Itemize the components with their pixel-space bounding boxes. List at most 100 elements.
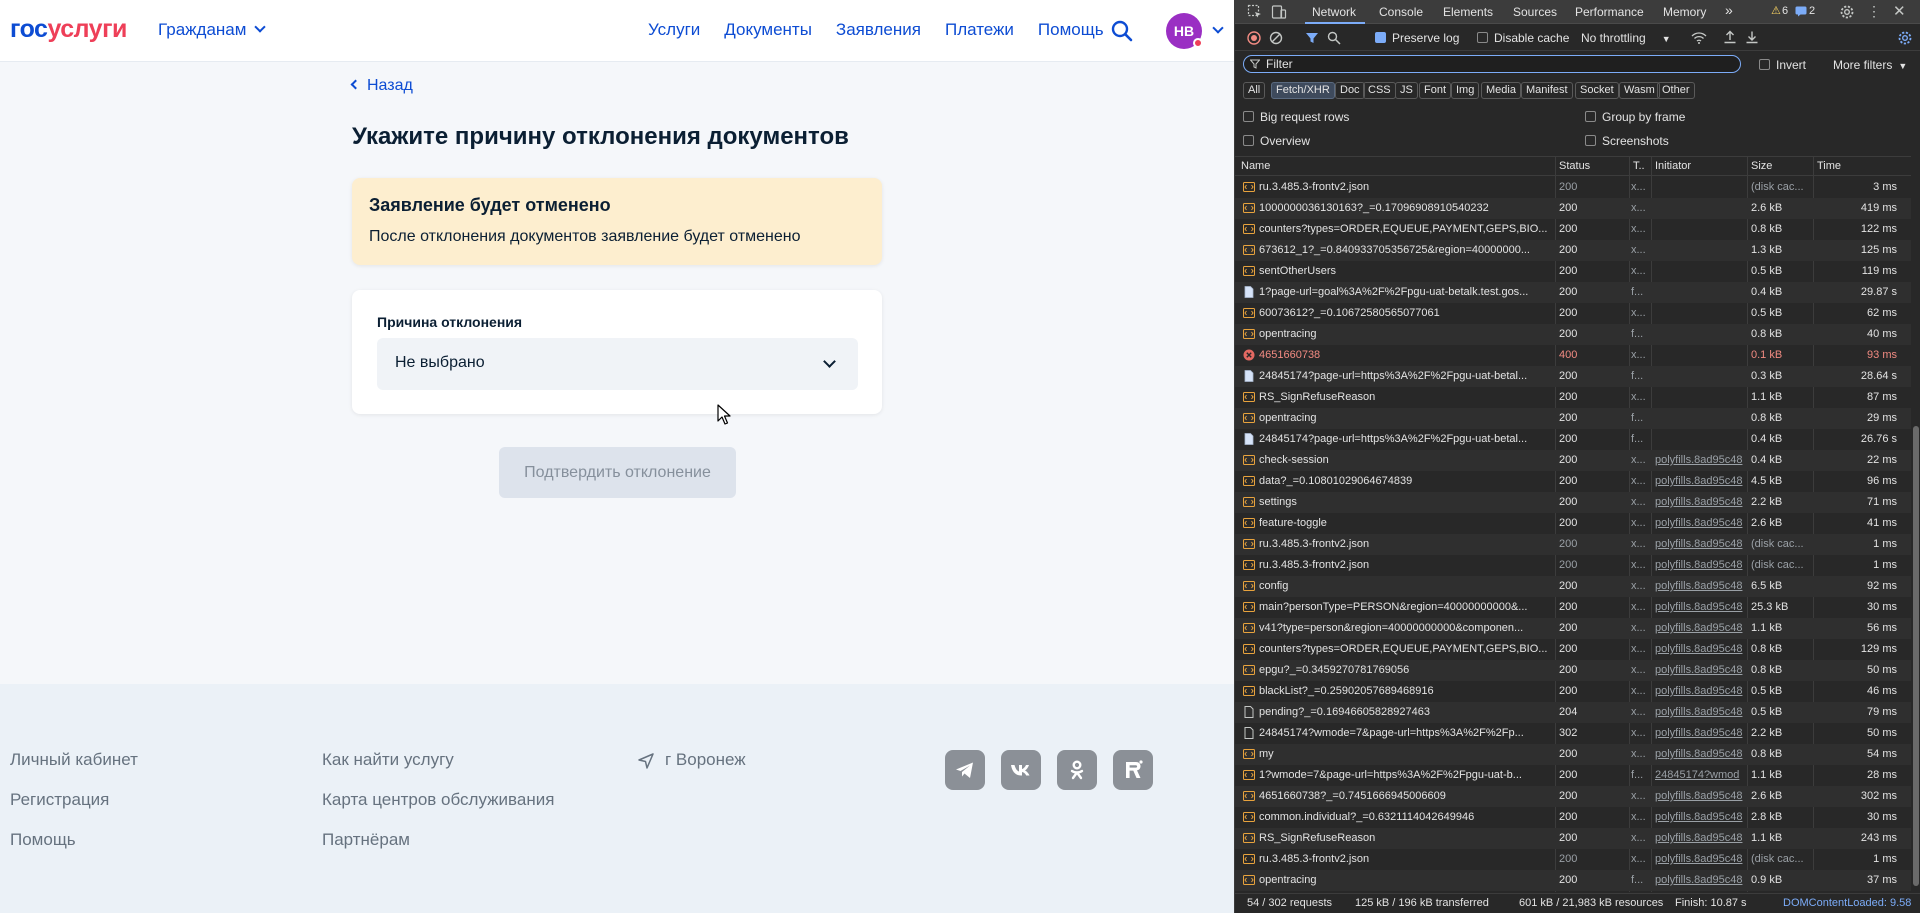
network-request-row[interactable]: RS_SignRefuseReason 200 x... 1.1 kB 87 ms — [1235, 387, 1911, 408]
network-request-row[interactable]: 60073612?_=0.10672580565077061 200 x... 0.5… — [1235, 303, 1911, 324]
request-initiator[interactable]: polyfills.8ad95c48 — [1655, 597, 1747, 618]
export-har-icon[interactable] — [1745, 30, 1759, 44]
network-request-row[interactable]: 4651660738 400 x... 0.1 kB 93 ms — [1235, 345, 1911, 366]
request-initiator[interactable]: polyfills.8ad95c48 — [1655, 450, 1747, 471]
chip-js[interactable]: JS — [1395, 82, 1418, 99]
footer-link-find-service[interactable]: Как найти услугу — [322, 750, 454, 770]
nav-link-applications[interactable]: Заявления — [836, 20, 921, 40]
request-initiator[interactable]: polyfills.8ad95c48 — [1655, 618, 1747, 639]
footer-link-cabinet[interactable]: Личный кабинет — [10, 750, 138, 770]
col-initiator[interactable]: Initiator — [1655, 160, 1691, 172]
network-request-row[interactable]: 1000000036130163?_=0.17096908910540232 20… — [1235, 198, 1911, 219]
issues-icon[interactable] — [1795, 6, 1807, 17]
network-settings-gear-icon[interactable] — [1897, 30, 1913, 46]
user-avatar[interactable]: НВ — [1166, 13, 1203, 49]
network-request-row[interactable]: sentOtherUsers 200 x... 0.5 kB 119 ms — [1235, 261, 1911, 282]
col-time[interactable]: Time — [1817, 160, 1841, 172]
chip-media[interactable]: Media — [1481, 82, 1521, 99]
network-request-row[interactable]: ru.3.485.3-frontv2.json 200 x... polyfills.… — [1235, 849, 1911, 870]
request-initiator[interactable]: polyfills.8ad95c48 — [1655, 534, 1747, 555]
nav-link-documents[interactable]: Документы — [724, 20, 812, 40]
scrollbar[interactable] — [1911, 156, 1920, 892]
chip-manifest[interactable]: Manifest — [1521, 82, 1573, 99]
clear-icon[interactable] — [1269, 31, 1283, 45]
col-size[interactable]: Size — [1751, 160, 1772, 172]
scrollbar-thumb[interactable] — [1913, 426, 1919, 886]
request-initiator[interactable]: polyfills.8ad95c48 — [1655, 786, 1747, 807]
nav-link-payments[interactable]: Платежи — [945, 20, 1014, 40]
filter-input[interactable]: Filter — [1243, 55, 1741, 73]
request-initiator[interactable]: polyfills.8ad95c48 — [1655, 576, 1747, 597]
request-initiator[interactable]: polyfills.8ad95c48 — [1655, 702, 1747, 723]
telegram-icon[interactable] — [945, 750, 985, 790]
gosuslugi-logo[interactable]: госуслуги — [10, 14, 127, 44]
close-icon[interactable]: ✕ — [1893, 2, 1906, 20]
footer-link-help[interactable]: Помощь — [10, 830, 76, 850]
network-request-row[interactable]: opentracing 200 f... 0.8 kB 29 ms — [1235, 408, 1911, 429]
network-request-row[interactable]: 24845174?wmode=7&page-url=https%3A%2F%2F… — [1235, 723, 1911, 744]
network-request-row[interactable]: 24845174?page-url=https%3A%2F%2Fpgu-uat-… — [1235, 366, 1911, 387]
network-request-row[interactable]: feature-toggle 200 x... polyfills.8ad95c48 2… — [1235, 513, 1911, 534]
request-initiator[interactable]: polyfills.8ad95c48 — [1655, 807, 1747, 828]
network-request-row[interactable]: counters?types=ORDER,EQUEUE,PAYMENT,GEPS… — [1235, 219, 1911, 240]
chip-other[interactable]: Other — [1657, 82, 1695, 99]
footer-link-partners[interactable]: Партнёрам — [322, 830, 410, 850]
record-icon[interactable] — [1247, 31, 1261, 45]
filter-icon[interactable] — [1305, 31, 1319, 45]
network-request-row[interactable]: check-session 200 x... polyfills.8ad95c48 0.… — [1235, 450, 1911, 471]
more-filters-dropdown[interactable]: More filters ▼ — [1833, 58, 1907, 72]
request-initiator[interactable]: polyfills.8ad95c48 — [1655, 471, 1747, 492]
rutube-icon[interactable] — [1113, 750, 1153, 790]
more-tabs-icon[interactable]: » — [1725, 2, 1733, 18]
network-request-row[interactable]: ru.3.485.3-frontv2.json 200 x... polyfills.… — [1235, 555, 1911, 576]
kebab-menu-icon[interactable]: ⋮ — [1867, 3, 1881, 20]
tab-network[interactable]: Network — [1312, 5, 1356, 19]
request-initiator[interactable]: polyfills.8ad95c48 — [1655, 744, 1747, 765]
tab-console[interactable]: Console — [1379, 5, 1423, 19]
gear-icon[interactable] — [1839, 4, 1855, 20]
request-initiator[interactable]: polyfills.8ad95c48 — [1655, 828, 1747, 849]
network-request-row[interactable]: opentracing 200 f... polyfills.8ad95c48 0.9 … — [1235, 870, 1911, 891]
throttling-select[interactable]: No throttling ▼ — [1581, 31, 1671, 45]
network-request-row[interactable]: 1?wmode=7&page-url=https%3A%2F%2Fpgu-uat… — [1235, 765, 1911, 786]
request-initiator[interactable]: polyfills.8ad95c48 — [1655, 870, 1747, 891]
chip-img[interactable]: Img — [1451, 82, 1480, 99]
network-request-row[interactable]: blackList?_=0.25902057689468916 200 x... po… — [1235, 681, 1911, 702]
search-icon[interactable] — [1327, 31, 1341, 45]
screenshots-checkbox[interactable]: Screenshots — [1585, 134, 1669, 148]
chevron-down-icon[interactable] — [1212, 22, 1224, 34]
request-initiator[interactable]: polyfills.8ad95c48 — [1655, 639, 1747, 660]
network-request-row[interactable]: pending?_=0.16946605828927463 204 x... poly… — [1235, 702, 1911, 723]
vk-icon[interactable] — [1001, 750, 1041, 790]
warning-icon[interactable]: ⚠ — [1771, 4, 1781, 17]
search-icon[interactable] — [1110, 19, 1134, 43]
network-request-row[interactable]: my 200 x... polyfills.8ad95c48 0.8 kB 54 ms — [1235, 744, 1911, 765]
footer-city[interactable]: г Воронеж — [665, 750, 746, 770]
nav-link-services[interactable]: Услуги — [648, 20, 700, 40]
footer-link-service-centers[interactable]: Карта центров обслуживания — [322, 790, 554, 810]
overview-checkbox[interactable]: Overview — [1243, 134, 1310, 148]
network-request-row[interactable]: common.individual?_=0.6321114042649946 20… — [1235, 807, 1911, 828]
network-request-row[interactable]: 1?page-url=goal%3A%2F%2Fpgu-uat-betalk.t… — [1235, 282, 1911, 303]
network-request-row[interactable]: epgu?_=0.3459270781769056 200 x... polyfill… — [1235, 660, 1911, 681]
tab-performance[interactable]: Performance — [1575, 5, 1644, 19]
nav-link-help[interactable]: Помощь — [1038, 20, 1104, 40]
tab-elements[interactable]: Elements — [1443, 5, 1493, 19]
odnoklassniki-icon[interactable] — [1057, 750, 1097, 790]
request-initiator[interactable]: polyfills.8ad95c48 — [1655, 555, 1747, 576]
chip-all[interactable]: All — [1243, 82, 1266, 99]
network-conditions-icon[interactable] — [1691, 31, 1707, 45]
footer-link-registration[interactable]: Регистрация — [10, 790, 109, 810]
inspect-element-icon[interactable] — [1247, 4, 1263, 20]
request-initiator[interactable]: 24845174?wmod — [1655, 765, 1747, 786]
network-request-row[interactable]: 673612_1?_=0.840933705356725&region=4000… — [1235, 240, 1911, 261]
device-toolbar-icon[interactable] — [1271, 4, 1287, 20]
network-request-row[interactable]: ru.3.485.3-frontv2.json 200 x... polyfills.… — [1235, 534, 1911, 555]
network-request-row[interactable]: RS_SignRefuseReason 200 x... polyfills.8ad9… — [1235, 828, 1911, 849]
request-initiator[interactable]: polyfills.8ad95c48 — [1655, 681, 1747, 702]
citizens-menu[interactable]: Гражданам — [158, 20, 267, 40]
request-initiator[interactable]: polyfills.8ad95c48 — [1655, 723, 1747, 744]
request-initiator[interactable]: polyfills.8ad95c48 — [1655, 849, 1747, 870]
chip-css[interactable]: CSS — [1363, 82, 1396, 99]
network-request-row[interactable]: v41?type=person&region=40000000000&compo… — [1235, 618, 1911, 639]
